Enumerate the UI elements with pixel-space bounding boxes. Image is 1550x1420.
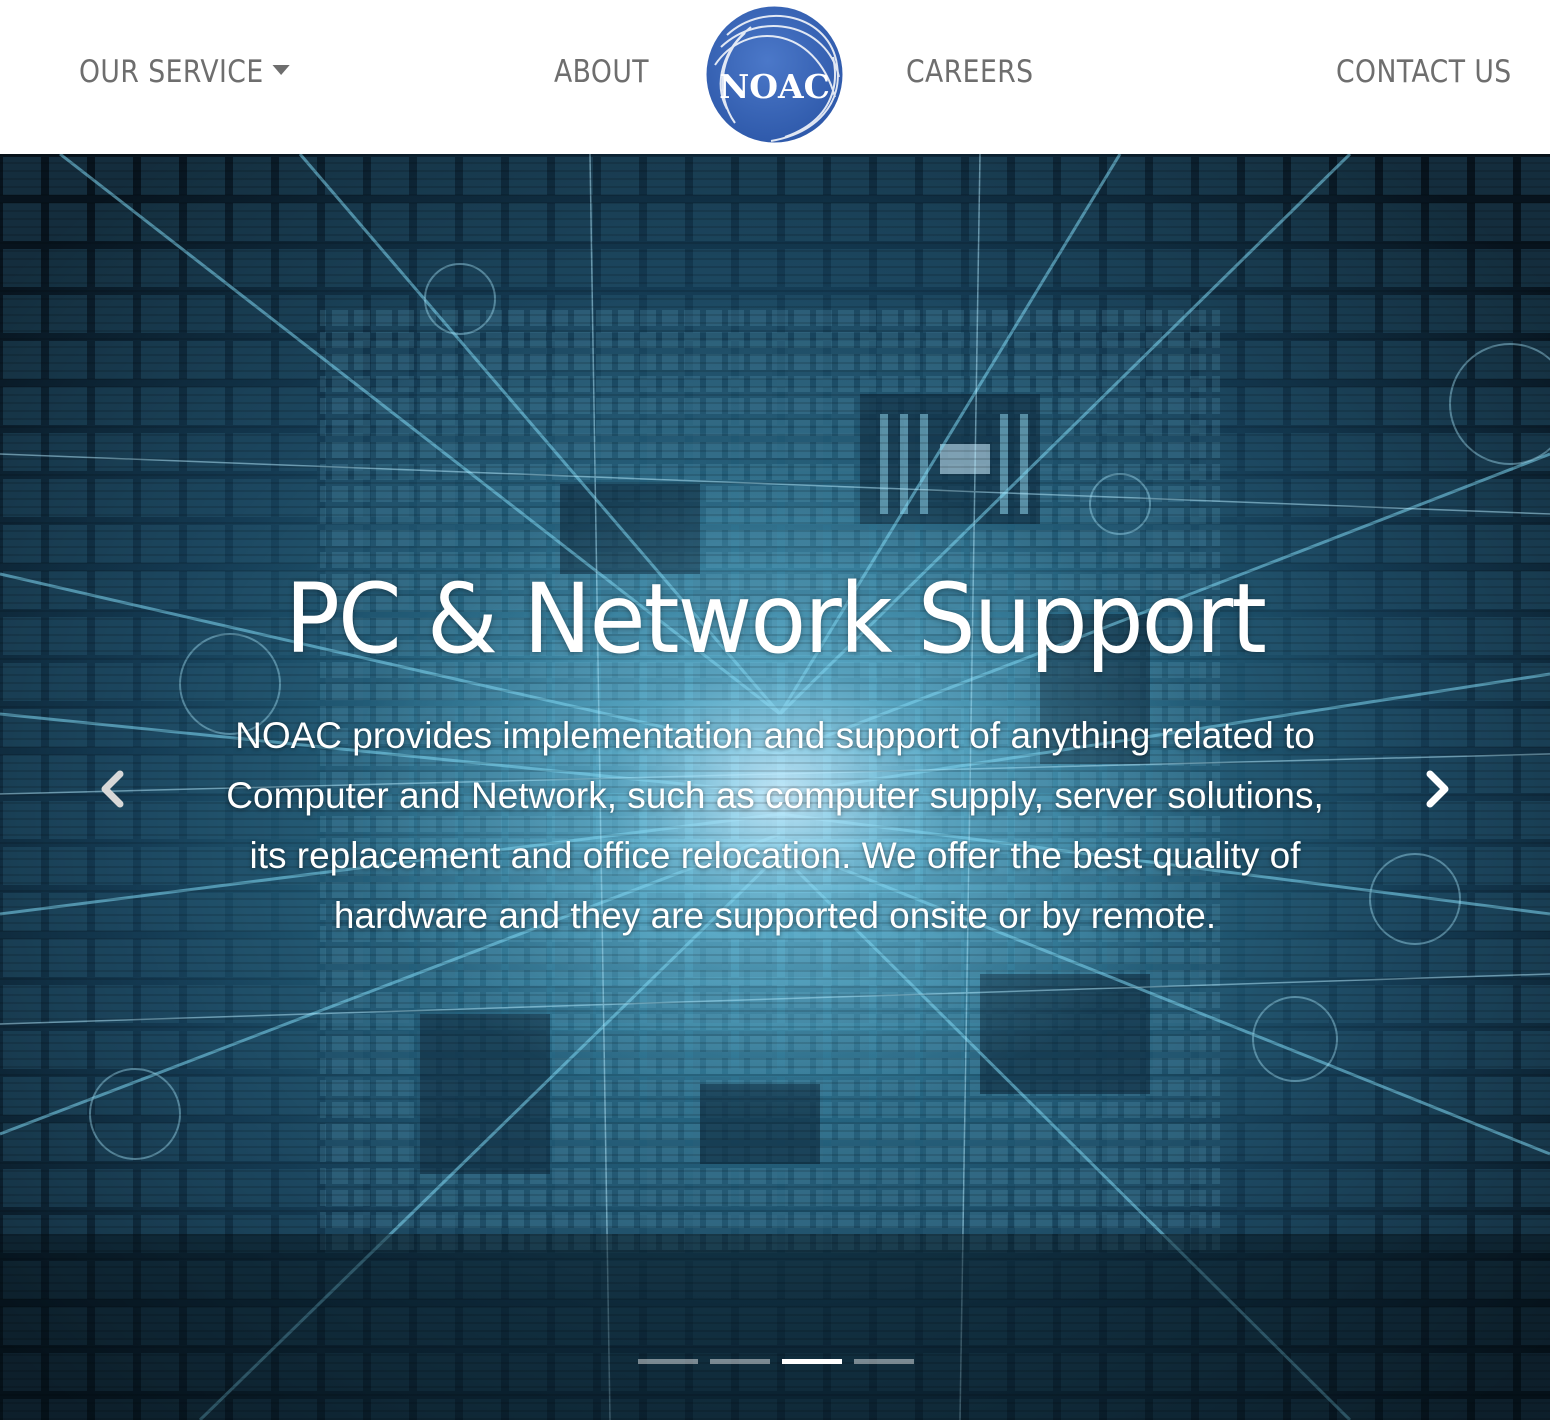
- noac-logo[interactable]: NOAC: [705, 5, 844, 144]
- nav-our-service-dropdown[interactable]: OUR SERVICE: [79, 52, 290, 92]
- carousel-indicator-3[interactable]: [782, 1359, 842, 1364]
- chevron-left-icon[interactable]: [88, 764, 138, 814]
- page: OUR SERVICE ABOUT NOAC CAREERS CONTACT U…: [0, 0, 1550, 1420]
- nav-careers-link[interactable]: CAREERS: [906, 52, 1034, 92]
- logo-wordmark: NOAC: [719, 67, 830, 106]
- caret-down-icon: [272, 64, 290, 75]
- slide-title: PC & Network Support: [284, 563, 1267, 675]
- nav-contact-us-link[interactable]: CONTACT US: [1336, 52, 1512, 92]
- hero-carousel: PC & Network Support NOAC provides imple…: [0, 154, 1550, 1420]
- carousel-indicator-2[interactable]: [710, 1359, 770, 1364]
- nav-about-link[interactable]: ABOUT: [554, 52, 649, 92]
- chevron-right-icon[interactable]: [1412, 764, 1462, 814]
- carousel-indicator-4[interactable]: [854, 1359, 914, 1364]
- slide-description: NOAC provides implementation and support…: [226, 715, 1324, 936]
- nav-our-service-label: OUR SERVICE: [79, 54, 264, 90]
- top-navbar: OUR SERVICE ABOUT NOAC CAREERS CONTACT U…: [0, 0, 1550, 154]
- carousel-indicator-1[interactable]: [638, 1359, 698, 1364]
